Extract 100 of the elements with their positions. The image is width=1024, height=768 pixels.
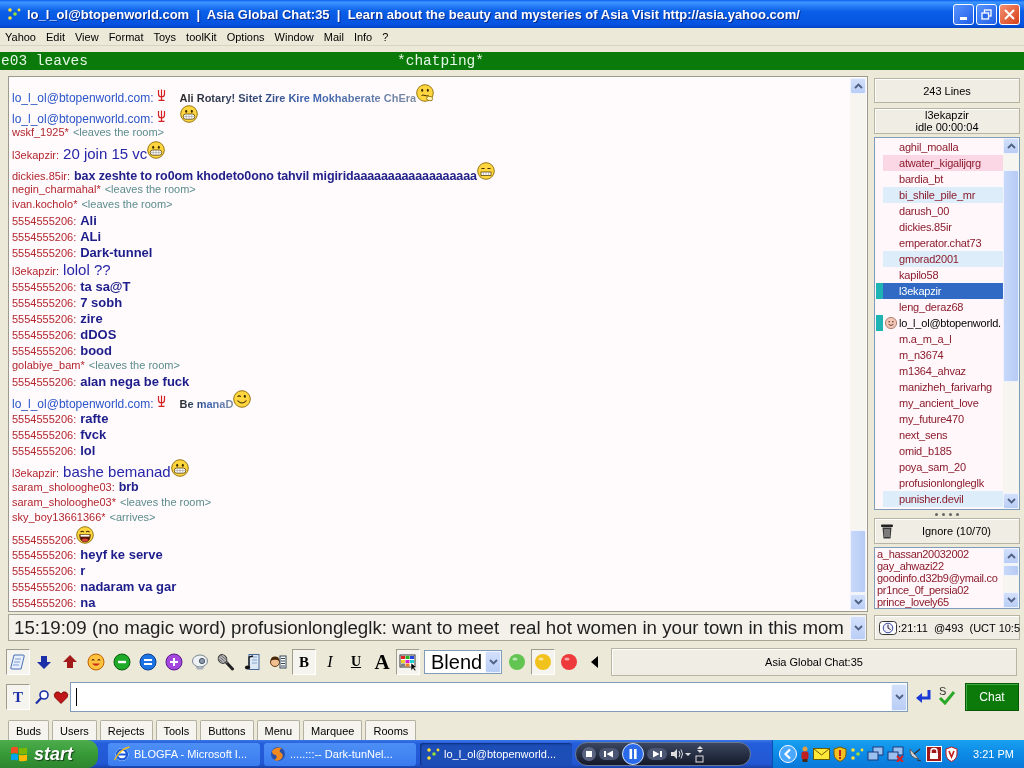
restore-arrows-icon [695,745,705,763]
ignore-list-item[interactable]: gay_ahwazi22 [877,560,1003,572]
chat-nickname: 5554555206: [12,549,77,561]
lock-icon [926,746,942,762]
ignore-list-item[interactable]: a_hassan20032002 [877,548,1003,560]
dropdown-button[interactable] [485,651,501,673]
tab[interactable]: Buttons [200,720,254,740]
restore-button[interactable] [976,3,997,25]
scrollbar[interactable] [850,78,866,610]
text-format-button[interactable]: T [6,684,30,710]
scroll-up-button[interactable] [1003,138,1019,154]
user-list-item[interactable]: omid_b185 [883,443,1003,459]
tab[interactable]: Marquee [303,720,363,740]
start-button[interactable]: start [0,740,98,768]
next-icon [647,747,667,761]
user-list-item[interactable]: my_ancient_love [883,395,1003,411]
menu-item[interactable]: Info [348,30,378,43]
ignore-list-item[interactable]: prince_lovely65 [877,596,1003,608]
ignore-list-item[interactable]: goodinfo.d32b9@ymail.co [877,572,1003,584]
chat-message: Ali [80,213,97,228]
menu-item[interactable]: Edit [41,30,70,43]
user-list-item[interactable]: emperator.chat73 [883,235,1003,251]
user-list-item[interactable]: m1364_ahvaz [883,363,1003,379]
chat-nickname: dickies.85ir: [12,170,71,182]
scroll-up-button[interactable] [850,78,866,94]
close-button[interactable] [999,3,1020,25]
taskbar-button[interactable]: .....:::-- Dark-tunNel... [264,742,416,766]
light-button[interactable] [531,649,555,675]
scroll-thumb[interactable] [1003,565,1019,576]
user-list-item[interactable]: aghil_moalla [883,139,1003,155]
italic-button[interactable]: I [318,649,342,675]
menu-item[interactable]: View [69,30,104,43]
bold-button[interactable]: B [292,649,316,675]
tab[interactable]: Tools [155,720,198,740]
scroll-thumb[interactable] [850,530,866,593]
tab[interactable]: Rooms [365,720,417,740]
chat-nickname: l3ekapzir: [12,265,60,277]
flag-logo-icon [9,745,29,763]
status-line-field[interactable]: 15:19:09 (no magic word) profusionlongleglk: want to meet real hot women in your town in this mom [8,614,867,641]
spell-check-button[interactable]: S [936,684,958,710]
chat-send-button[interactable]: Chat [965,683,1019,711]
ignore-list-item[interactable]: pr1nce_0f_persia02 [877,584,1003,596]
user-list-item[interactable]: m.a_m_a_l [883,331,1003,347]
user-list-item[interactable]: bi_shile_pile_mr [883,187,1003,203]
user-list-item[interactable]: next_sens [883,427,1003,443]
scroll-up-button[interactable] [1003,548,1019,564]
user-list-item[interactable]: m_n3674 [883,347,1003,363]
color-grid-button[interactable] [396,649,420,675]
style-select[interactable]: Blend [424,650,502,674]
chat-message: fvck [80,427,107,442]
user-list-item[interactable]: l3ekapzir [883,283,1003,299]
menu-item[interactable]: Options [221,30,270,43]
dropdown-button[interactable] [850,615,866,640]
minimize-button[interactable] [953,3,974,25]
tab[interactable]: Buds [8,720,50,740]
chat-message: rafte [80,411,109,426]
user-list-item[interactable]: gmorad2001 [883,251,1003,267]
scrollbar[interactable] [1003,138,1019,509]
user-list-item[interactable]: atwater_kigalijqrg [883,155,1003,171]
menu-item[interactable]: toolKit [181,30,222,43]
chevron-left-icon [779,745,797,763]
user-list-item[interactable]: profusionlongleglk [883,475,1003,491]
chat-nickname: lo_l_ol@btopenworld.com: [12,397,154,411]
menu-item[interactable]: Format [103,30,149,43]
user-list-item[interactable]: dickies.85ir [883,219,1003,235]
font-button[interactable]: A [370,649,394,675]
user-list-item[interactable]: leng_deraz68 [883,299,1003,315]
user-list-item[interactable]: darush_00 [883,203,1003,219]
scrollbar[interactable] [1003,548,1019,608]
tab[interactable]: Users [52,720,97,740]
chat-nickname: 5554555206: [12,215,77,227]
user-list-item[interactable]: bardia_bt [883,171,1003,187]
scroll-down-button[interactable] [1003,592,1019,608]
chat-nickname: 5554555206: [12,376,77,388]
message-input[interactable] [70,682,908,712]
taskbar-button[interactable]: BLOGFA - Microsoft I... [108,742,260,766]
taskbar-button[interactable]: lo_l_ol@btopenworld... [420,742,572,766]
ignore-button[interactable]: Ignore (10/70) [874,518,1020,544]
idle-time-label: idle 00:00:04 [915,121,979,133]
menu-item[interactable]: Mail [318,30,349,43]
smiley-icon [87,653,105,671]
chevron-down-icon [853,599,863,605]
dropdown-button[interactable] [891,683,907,711]
chevron-up-icon [853,83,863,89]
user-list-item[interactable]: lo_l_ol@btopenworld. [883,315,1003,331]
menu-item[interactable]: Window [269,30,319,43]
user-list-item[interactable]: kapilo58 [883,267,1003,283]
underline-button[interactable]: U [344,649,368,675]
tab[interactable]: Menu [256,720,301,740]
user-list-item[interactable]: poya_sam_20 [883,459,1003,475]
menu-item[interactable]: Yahoo [0,30,41,43]
menu-item[interactable]: Toys [148,30,182,43]
scroll-down-button[interactable] [1003,493,1019,509]
user-list-item[interactable]: punisher.devil [883,491,1003,507]
tab[interactable]: Rejects [99,720,153,740]
menu-item[interactable]: ? [377,30,394,43]
user-list-item[interactable]: my_future470 [883,411,1003,427]
user-list-item[interactable]: manizheh_farivarhg [883,379,1003,395]
scroll-thumb[interactable] [1003,170,1019,382]
scroll-down-button[interactable] [850,594,866,610]
